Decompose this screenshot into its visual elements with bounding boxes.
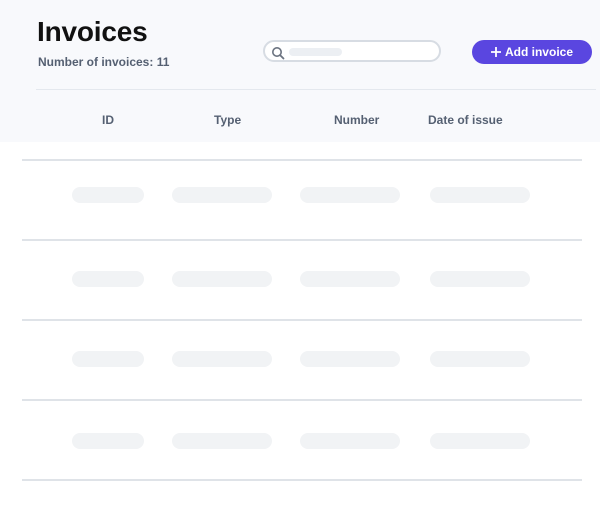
row-divider [22, 479, 582, 481]
skeleton-type-cell [172, 351, 272, 367]
skeleton-date-cell [430, 271, 530, 287]
add-invoice-label: Add invoice [504, 45, 573, 59]
skeleton-number-cell [300, 351, 400, 367]
skeleton-type-cell [172, 433, 272, 449]
header-divider [36, 89, 596, 90]
skeleton-number-cell [300, 433, 400, 449]
skeleton-number-cell [300, 271, 400, 287]
column-header-number[interactable]: Number [334, 113, 379, 127]
invoice-count: Number of invoices: 11 [38, 55, 170, 69]
page-title: Invoices [37, 16, 148, 47]
column-header-type[interactable]: Type [214, 113, 241, 127]
skeleton-date-cell [430, 433, 530, 449]
add-invoice-button[interactable]: Add invoice [472, 40, 592, 64]
plus-icon [490, 47, 501, 57]
skeleton-id-cell [72, 271, 144, 287]
invoices-page: Invoices Number of invoices: 11 Add invo… [0, 0, 600, 510]
skeleton-id-cell [72, 433, 144, 449]
search-placeholder-skeleton [289, 48, 342, 56]
skeleton-type-cell [172, 271, 272, 287]
row-divider [22, 399, 582, 401]
row-divider [22, 319, 582, 321]
search-input[interactable] [263, 40, 441, 62]
search-icon [272, 47, 285, 60]
row-divider [22, 239, 582, 241]
column-header-date-of-issue[interactable]: Date of issue [428, 113, 503, 127]
skeleton-date-cell [430, 187, 530, 203]
skeleton-date-cell [430, 351, 530, 367]
column-header-id[interactable]: ID [102, 113, 114, 127]
skeleton-number-cell [300, 187, 400, 203]
skeleton-type-cell [172, 187, 272, 203]
table-top-divider [22, 159, 582, 161]
skeleton-id-cell [72, 187, 144, 203]
skeleton-id-cell [72, 351, 144, 367]
